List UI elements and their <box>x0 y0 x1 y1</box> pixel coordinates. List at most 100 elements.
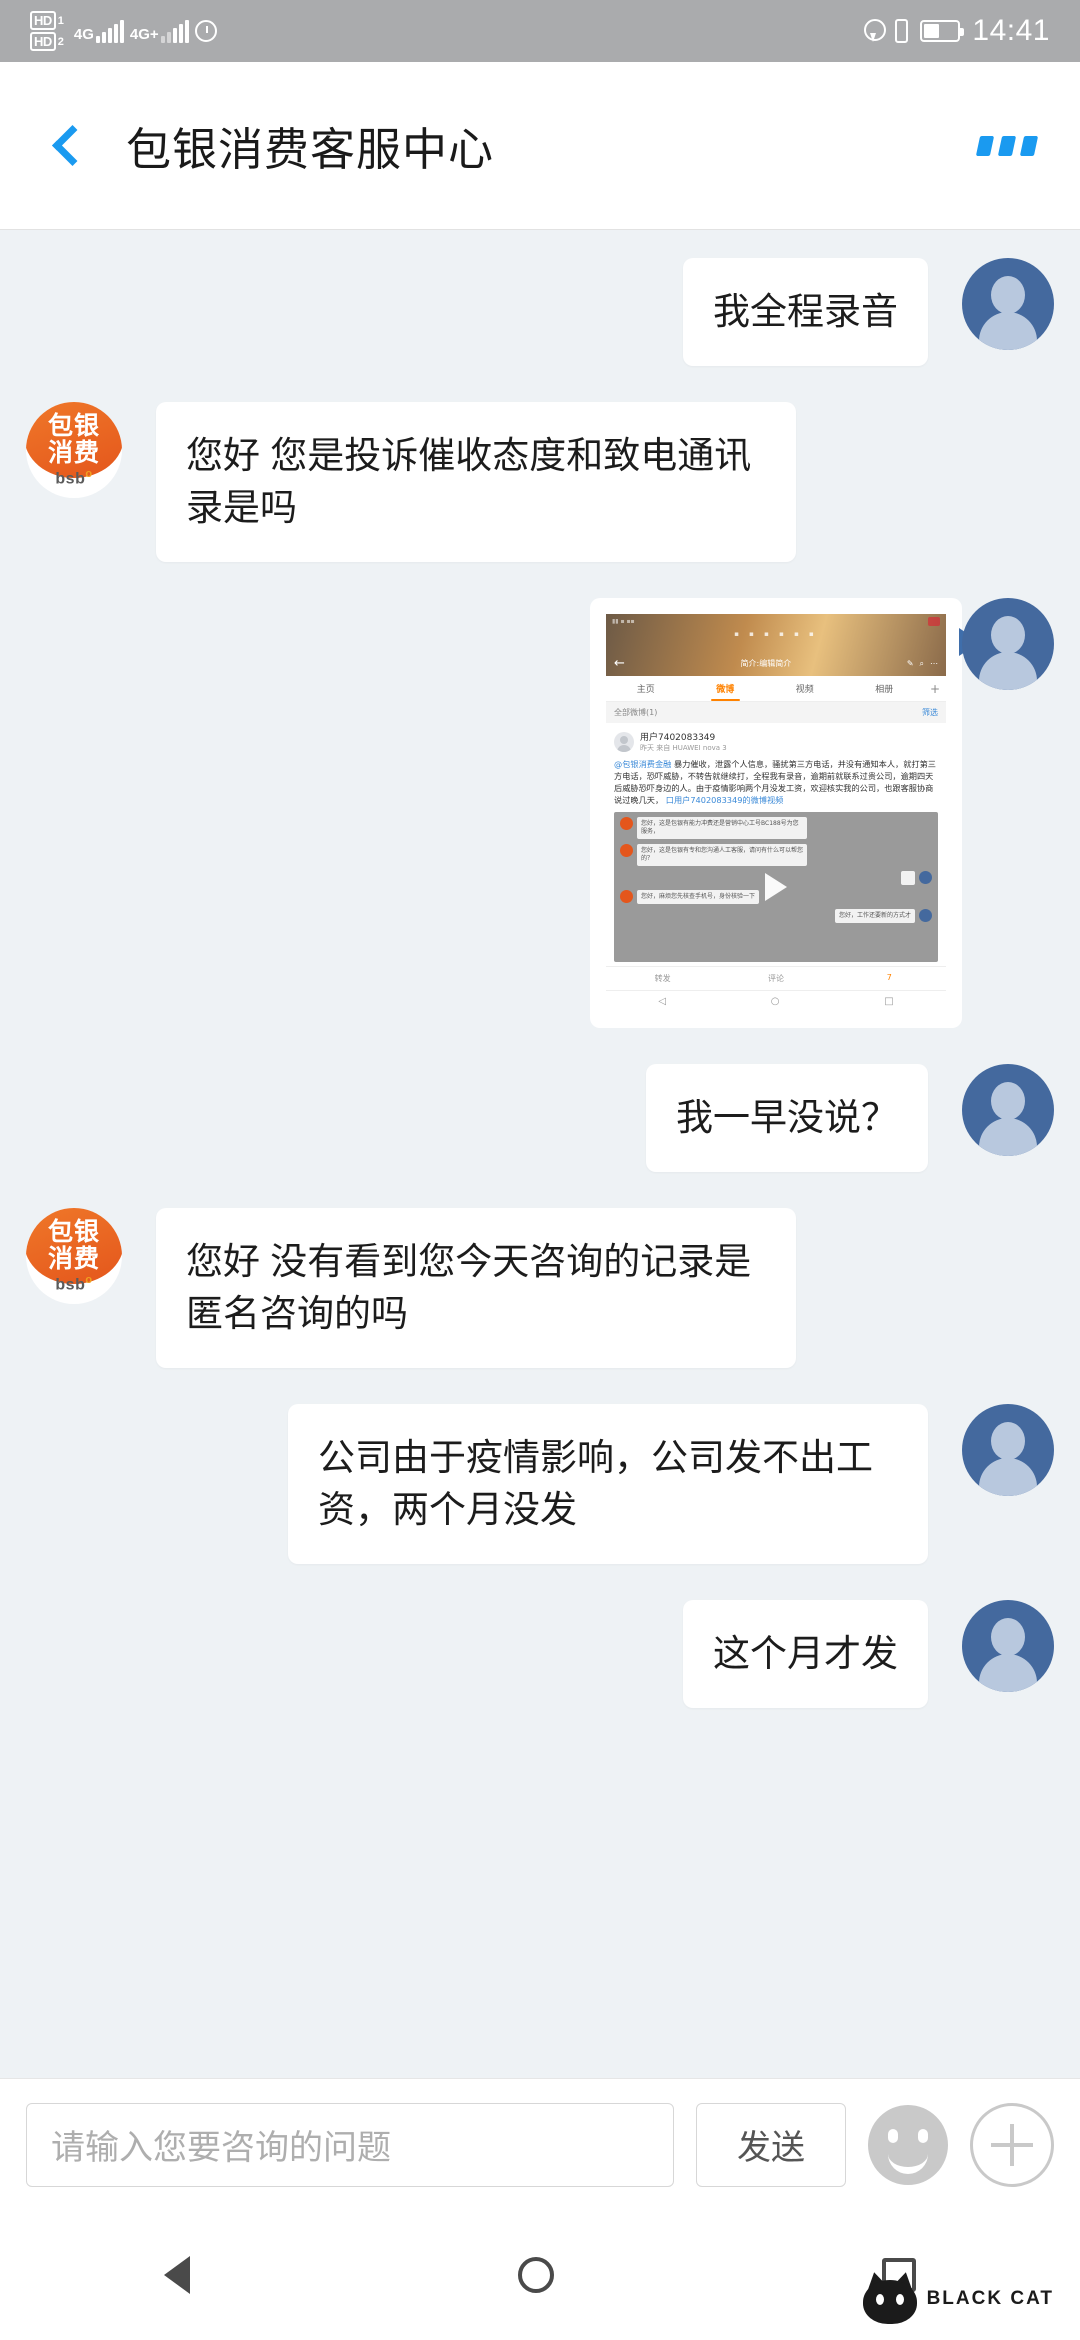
weibo-post-meta: 昨天 来自 HUAWEI nova 3 <box>640 744 727 752</box>
weibo-post-text: @包银消费金融 暴力催收，泄露个人信息，骚扰第三方电话，并没有通知本人，就打第三… <box>606 756 946 810</box>
user-avatar[interactable] <box>962 258 1054 350</box>
video-chat-line: 您好，这是包银有能力冲费还是营销中心工号BC188号为您服务， <box>620 817 932 839</box>
more-dots-icon[interactable]: ⋯ <box>930 659 938 668</box>
hd-label-2: HD <box>30 32 56 51</box>
chat-row-user: 公司由于疫情影响，公司发不出工资，两个月没发 <box>0 1404 1080 1564</box>
chat-row-agent: 包银 消费 bsbo 您好 没有看到您今天咨询的记录是匿名咨询的吗 <box>0 1208 1080 1368</box>
bsb-avatar-icon <box>620 844 633 857</box>
nav-home-icon[interactable] <box>518 2257 554 2293</box>
user-avatar-icon <box>919 909 932 922</box>
signal-group-2: 4G+ <box>130 19 189 43</box>
status-bar-left: HD 1 HD 2 4G 4G+ <box>30 11 217 51</box>
message-bubble-user[interactable]: 这个月才发 <box>683 1600 928 1708</box>
battery-icon <box>920 20 965 42</box>
message-bubble-agent[interactable]: 您好 没有看到您今天咨询的记录是匿名咨询的吗 <box>156 1208 796 1368</box>
agent-avatar[interactable]: 包银 消费 bsbo <box>26 1208 122 1304</box>
hd-sim-1: HD 1 <box>30 11 64 30</box>
weibo-video-thumbnail[interactable]: 您好，这是包银有能力冲费还是营销中心工号BC188号为您服务， 您好，这是包银有… <box>614 812 938 962</box>
nav-back-icon[interactable]: ◁ <box>658 996 666 1007</box>
user-avatar[interactable] <box>962 1404 1054 1496</box>
signal-bars-1 <box>95 19 124 43</box>
weibo-navrow: ← 简介:编辑简介 ✎ ⌕ ⋯ <box>606 657 946 670</box>
video-chat-line: 您好，这是包银有专和您沟通人工客服，请问有什么可以帮您的？ <box>620 844 932 866</box>
back-chevron-icon[interactable] <box>44 124 88 168</box>
watermark-text: BLACK CAT <box>926 2288 1054 2309</box>
weibo-post-link[interactable]: 口用户7402083349的微博视频 <box>666 795 784 805</box>
dual-sim-hd-indicator: HD 1 HD 2 <box>30 11 64 51</box>
weibo-comment-button[interactable]: 评论 <box>719 973 832 984</box>
nav-home-icon[interactable]: ○ <box>771 996 780 1007</box>
weibo-tab-3[interactable]: 相册 <box>845 676 925 701</box>
user-avatar-icon <box>919 871 932 884</box>
message-bubble-image[interactable]: ▮▮ ▪ ▪▪ ▪ ▪ ▪ ▪ ▪ ▪ ← 简介:编辑简介 ✎ ⌕ ⋯ 主页 微… <box>590 598 980 1028</box>
nav-back-icon[interactable] <box>164 2256 190 2294</box>
chat-message-list[interactable]: 我全程录音 包银 消费 bsbo 您好 您是投诉催收态度和致电通讯录是吗 ▮▮ … <box>0 230 1080 2125</box>
weibo-author-name: 用户7402083349 <box>640 733 716 743</box>
weibo-post-author: 用户7402083349 昨天 来自 HUAWEI nova 3 <box>606 723 946 756</box>
weibo-tabs[interactable]: 主页 微博 视频 相册 + <box>606 676 946 702</box>
weibo-author-avatar <box>614 731 634 752</box>
sim-number-2: 2 <box>57 35 64 48</box>
nav-recents-icon[interactable]: □ <box>884 996 893 1007</box>
phone-screen: HD 1 HD 2 4G 4G+ 14:41 包银消费客服中心 我全程录音 包银… <box>0 0 1080 2340</box>
chat-row-user: 我全程录音 <box>0 258 1080 366</box>
agent-logo-cn: 包银 消费 <box>47 411 100 467</box>
video-chat-text: 您好，这是包银有能力冲费还是营销中心工号BC188号为您服务， <box>637 817 807 839</box>
chat-row-user-image: ▮▮ ▪ ▪▪ ▪ ▪ ▪ ▪ ▪ ▪ ← 简介:编辑简介 ✎ ⌕ ⋯ 主页 微… <box>0 598 1080 1028</box>
video-chat-text: 您好，这是包银有专和您沟通人工客服，请问有什么可以帮您的？ <box>637 844 807 866</box>
play-icon[interactable] <box>765 873 787 901</box>
weibo-back-icon[interactable]: ← <box>614 657 625 670</box>
message-bubble-agent[interactable]: 您好 您是投诉催收态度和致电通讯录是吗 <box>156 402 796 562</box>
black-cat-icon <box>862 2269 917 2326</box>
signal-bars-2 <box>160 19 189 43</box>
weibo-repost-button[interactable]: 转发 <box>606 973 719 984</box>
message-bubble-user[interactable]: 我一早没说？ <box>646 1064 928 1172</box>
plus-icon[interactable]: + <box>924 676 946 701</box>
message-bubble-user[interactable]: 公司由于疫情影响，公司发不出工资，两个月没发 <box>288 1404 928 1564</box>
status-bar-clock: 14:41 <box>972 14 1050 47</box>
thumbs-up-icon[interactable]: 7 <box>833 973 946 984</box>
user-avatar[interactable] <box>962 1064 1054 1156</box>
weibo-filter-label: 全部微博(1) <box>614 708 658 717</box>
agent-logo-latin: bsbo <box>55 1274 93 1294</box>
vibrate-icon <box>895 19 909 43</box>
search-input[interactable]: 请输入您要咨询的问题 <box>26 2102 674 2187</box>
weibo-bio[interactable]: 简介:编辑简介 <box>631 658 901 669</box>
send-button[interactable]: 发送 <box>696 2102 846 2187</box>
search-icon[interactable]: ⌕ <box>920 659 924 669</box>
message-input-bar: 请输入您要咨询的问题 发送 <box>0 2078 1080 2210</box>
message-bubble-user[interactable]: 我全程录音 <box>683 258 928 366</box>
weibo-tab-0[interactable]: 主页 <box>606 676 686 701</box>
bsb-avatar-icon <box>620 817 633 830</box>
bsb-avatar-icon <box>620 890 633 903</box>
weibo-edit-icon[interactable]: ✎ <box>907 659 914 668</box>
weibo-filter-row[interactable]: 全部微博(1) 筛选 <box>606 702 946 723</box>
weibo-system-navbar: ◁ ○ □ <box>606 990 946 1012</box>
watermark: BLACK CAT <box>862 2269 1054 2326</box>
weibo-profile-name: ▪ ▪ ▪ ▪ ▪ ▪ <box>734 630 818 638</box>
weibo-profile-header: ▮▮ ▪ ▪▪ ▪ ▪ ▪ ▪ ▪ ▪ ← 简介:编辑简介 ✎ ⌕ ⋯ <box>606 614 946 676</box>
video-chat-text: 您好，工作还要新的方式才 <box>834 909 915 923</box>
weibo-post-actions[interactable]: 转发 评论 7 <box>606 966 946 990</box>
user-avatar[interactable] <box>962 1600 1054 1692</box>
weibo-tab-1[interactable]: 微博 <box>686 676 766 701</box>
weibo-filter-action[interactable]: 筛选 <box>922 707 938 718</box>
sim-number-1: 1 <box>57 14 64 27</box>
agent-avatar[interactable]: 包银 消费 bsbo <box>26 402 122 498</box>
weibo-badge-icon <box>928 616 940 626</box>
user-avatar[interactable] <box>962 598 1054 690</box>
agent-logo-cn: 包银 消费 <box>47 1217 100 1273</box>
chat-row-user: 我一早没说？ <box>0 1064 1080 1172</box>
weibo-tab-2[interactable]: 视频 <box>765 676 845 701</box>
weibo-mention[interactable]: @包银消费金融 <box>614 759 671 769</box>
location-pin-icon <box>863 18 887 44</box>
smiley-icon[interactable] <box>868 2104 948 2185</box>
agent-logo-latin: bsbo <box>55 468 93 488</box>
video-chat-text: 您好，麻烦您先核查手机号，身份核验一下 <box>637 890 760 904</box>
page-header: 包银消费客服中心 <box>0 62 1080 230</box>
plus-circle-icon[interactable] <box>970 2102 1054 2187</box>
chat-row-user: 这个月才发 <box>0 1600 1080 1708</box>
weibo-statusbar: ▮▮ ▪ ▪▪ <box>612 616 940 626</box>
hd-sim-2: HD 2 <box>30 32 64 51</box>
more-options-icon[interactable] <box>975 135 1039 156</box>
